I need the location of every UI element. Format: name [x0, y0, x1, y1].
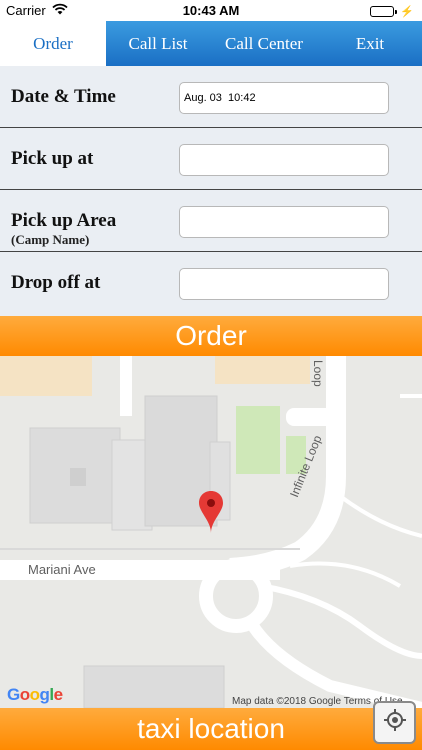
pick-up-area-field[interactable] [179, 206, 389, 238]
pick-up-at-row: Pick up at [0, 128, 422, 190]
taxi-location-button[interactable]: taxi location [0, 708, 422, 750]
crosshair-icon [383, 708, 407, 737]
pick-up-area-label: Pick up Area [11, 210, 117, 231]
loop-label: Loop [311, 360, 325, 387]
map-building [215, 356, 310, 384]
date-time-row: Date & Time [0, 66, 422, 128]
map-park [236, 406, 280, 474]
mariani-ave-label: Mariani Ave [28, 562, 96, 577]
drop-off-at-field[interactable] [179, 268, 389, 300]
my-location-button[interactable] [373, 701, 416, 744]
map-view[interactable]: Mariani Ave Infinite Loop Loop Google Ma… [0, 356, 422, 708]
date-time-label: Date & Time [11, 86, 116, 107]
charging-icon: ⚡ [400, 6, 414, 18]
map-building [83, 665, 225, 708]
google-logo: Google [7, 685, 63, 704]
tab-exit[interactable]: Exit [318, 21, 422, 66]
map-pin-icon[interactable] [199, 491, 223, 533]
drop-off-at-label: Drop off at [11, 272, 101, 293]
battery-icon: ⚡ [370, 5, 414, 18]
drop-off-at-row: Drop off at [0, 252, 422, 314]
tab-call-center[interactable]: Call Center [210, 21, 318, 66]
pick-up-at-field[interactable] [179, 144, 389, 176]
order-button[interactable]: Order [0, 316, 422, 356]
status-time: 10:43 AM [182, 3, 240, 18]
date-time-field[interactable] [179, 82, 389, 114]
pick-up-at-label: Pick up at [11, 148, 94, 169]
tab-order[interactable]: Order [0, 21, 106, 66]
camp-name-sublabel: (Camp Name) [11, 232, 90, 247]
status-bar: Carrier 10:43 AM ⚡ [0, 0, 422, 21]
tab-bar: Order Call List Call Center Exit [0, 21, 422, 66]
pick-up-area-row: Pick up Area (Camp Name) [0, 190, 422, 252]
map-building [0, 356, 92, 396]
order-form: Date & Time Pick up at Pick up Area (Cam… [0, 66, 422, 316]
tab-call-list[interactable]: Call List [106, 21, 210, 66]
